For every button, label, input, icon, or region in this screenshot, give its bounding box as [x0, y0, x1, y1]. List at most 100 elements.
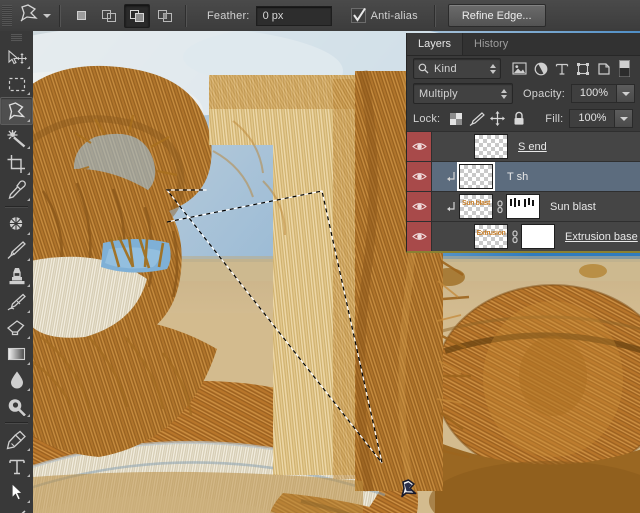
opacity-slider-button[interactable] — [617, 84, 635, 103]
layer-thumbnail[interactable]: Sun blast — [459, 194, 493, 219]
magic-wand-icon — [6, 128, 27, 148]
layer-row-sun-blast[interactable]: Sun blast Sun blast — [407, 191, 640, 221]
blend-mode-value: Multiply — [419, 88, 458, 100]
divider — [59, 5, 61, 27]
flyout-corner-icon — [27, 119, 30, 122]
brush-tool[interactable] — [1, 237, 32, 263]
mask-link-icon[interactable] — [508, 230, 521, 244]
layer-name[interactable]: S end — [518, 141, 547, 153]
anti-alias-control[interactable]: Anti-alias — [351, 8, 418, 23]
chevron-down-icon[interactable] — [43, 14, 51, 18]
lock-fill-row: Lock: — [407, 106, 640, 131]
new-selection-button[interactable] — [68, 4, 94, 28]
line-tool[interactable] — [1, 505, 32, 513]
smart-object-filter-icon[interactable] — [593, 58, 614, 80]
type-layer-filter-icon[interactable] — [551, 58, 572, 80]
active-tool-preview[interactable] — [18, 4, 52, 28]
selection-mode-group — [68, 4, 178, 28]
eyedropper-tool[interactable] — [1, 177, 32, 203]
eraser-icon — [6, 319, 27, 337]
layer-row-s-end[interactable]: S end — [407, 131, 640, 161]
feather-input[interactable]: 0 px — [256, 6, 332, 26]
flyout-corner-icon — [27, 500, 30, 503]
layer-thumbnail[interactable] — [474, 134, 508, 159]
layer-thumbnail[interactable]: Extrusion — [474, 224, 508, 249]
layer-mask-thumbnail[interactable] — [521, 224, 555, 249]
tab-history[interactable]: History — [463, 33, 519, 55]
move-tool[interactable] — [1, 45, 32, 71]
lock-image-pixels-icon[interactable] — [466, 109, 487, 129]
layer-mask-thumbnail[interactable] — [506, 194, 540, 219]
anti-alias-checkbox[interactable] — [351, 8, 366, 23]
layer-visibility-toggle[interactable] — [407, 162, 432, 191]
polygonal-lasso-icon — [19, 4, 41, 27]
feather-label: Feather: — [207, 10, 250, 22]
gradient-tool[interactable] — [1, 341, 32, 367]
clipping-mask-arrow-icon — [443, 171, 459, 183]
lasso-icon — [6, 102, 28, 120]
toolbox-grip[interactable] — [11, 34, 22, 42]
flyout-corner-icon — [27, 92, 30, 95]
layer-row-extrusion-base[interactable]: Extrusion Extrusion base — [407, 221, 640, 251]
flyout-corner-icon — [27, 448, 30, 451]
lock-transparent-pixels-icon[interactable] — [445, 109, 466, 129]
layer-name[interactable]: T sh — [507, 171, 528, 183]
options-bar-grip[interactable] — [2, 5, 12, 27]
pixel-layer-filter-icon[interactable] — [509, 58, 530, 80]
layer-visibility-toggle[interactable] — [407, 132, 432, 161]
polygonal-lasso-tool[interactable] — [0, 97, 33, 125]
flyout-corner-icon — [27, 336, 30, 339]
magic-wand-tool[interactable] — [1, 125, 32, 151]
layer-name[interactable]: Extrusion base — [565, 231, 638, 243]
layer-thumbnail[interactable] — [459, 164, 493, 189]
dodge-tool[interactable] — [1, 393, 32, 419]
divider — [185, 5, 187, 27]
add-to-selection-button[interactable] — [96, 4, 122, 28]
rectangular-marquee-tool[interactable] — [1, 71, 32, 97]
flyout-corner-icon — [27, 198, 30, 201]
lock-position-icon[interactable] — [487, 109, 508, 129]
layer-visibility-toggle[interactable] — [407, 222, 432, 251]
layer-row-t-sh[interactable]: T sh — [407, 161, 640, 191]
filter-kind-dropdown[interactable]: Kind — [413, 58, 501, 79]
mask-link-icon[interactable] — [493, 200, 506, 214]
filter-toggle-switch-icon[interactable] — [614, 58, 635, 80]
tab-layers[interactable]: Layers — [407, 33, 463, 55]
eye-icon — [412, 201, 427, 212]
subtract-from-selection-button[interactable] — [124, 4, 150, 28]
panel-tab-bar: Layers History — [407, 33, 640, 56]
line-shape-icon — [7, 509, 27, 513]
blend-mode-dropdown[interactable]: Multiply — [413, 83, 513, 104]
lock-all-icon[interactable] — [508, 109, 529, 129]
shape-layer-filter-icon[interactable] — [572, 58, 593, 80]
type-tool[interactable] — [1, 453, 32, 479]
flyout-corner-icon — [27, 232, 30, 235]
opacity-value[interactable]: 100% — [571, 84, 617, 103]
adjustment-layer-filter-icon[interactable] — [530, 58, 551, 80]
kind-stepper-icon[interactable] — [490, 64, 496, 74]
history-brush-tool[interactable] — [1, 289, 32, 315]
crop-tool[interactable] — [1, 151, 32, 177]
waterdrop-icon — [8, 370, 26, 390]
blur-tool[interactable] — [1, 367, 32, 393]
layer-name[interactable]: Sun blast — [550, 201, 596, 213]
flyout-corner-icon — [27, 146, 30, 149]
path-selection-tool[interactable] — [1, 479, 32, 505]
magnifier-icon — [418, 63, 429, 74]
chevron-down-icon — [620, 117, 628, 121]
eraser-tool[interactable] — [1, 315, 32, 341]
layer-visibility-toggle[interactable] — [407, 192, 432, 221]
pen-tool[interactable] — [1, 427, 32, 453]
fill-slider-button[interactable] — [615, 109, 633, 128]
clone-stamp-tool[interactable] — [1, 263, 32, 289]
intersect-with-selection-button[interactable] — [152, 4, 178, 28]
lock-label: Lock: — [413, 113, 440, 125]
opacity-label: Opacity: — [523, 88, 565, 100]
toolbox-divider — [5, 206, 28, 208]
flyout-corner-icon — [27, 172, 30, 175]
photoshop-window: Feather: 0 px Anti-alias Refine Edge... — [0, 0, 640, 513]
spot-healing-brush-tool[interactable] — [1, 211, 32, 237]
fill-value[interactable]: 100% — [569, 109, 615, 128]
refine-edge-button[interactable]: Refine Edge... — [448, 4, 546, 27]
blend-stepper-icon[interactable] — [501, 89, 507, 99]
